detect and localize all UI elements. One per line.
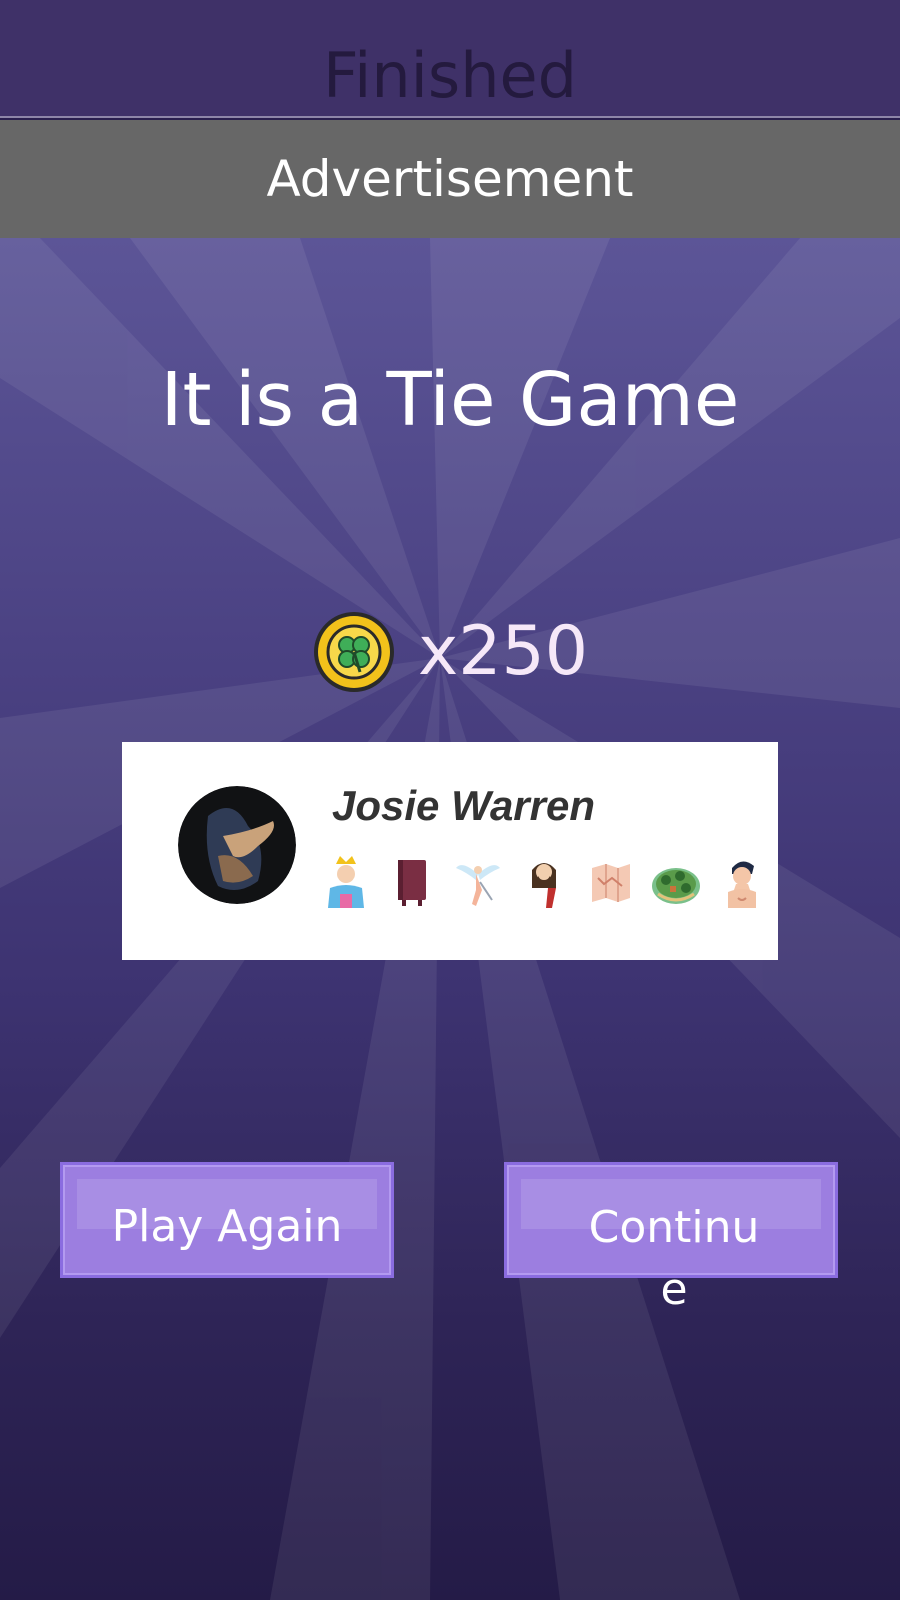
advertisement-label: Advertisement <box>266 150 634 208</box>
clover-coin-icon <box>314 612 394 692</box>
player-avatar <box>178 786 296 904</box>
man-icon <box>728 861 756 908</box>
top-bar: Finished <box>0 0 900 118</box>
play-again-label: Play Again <box>111 1201 343 1252</box>
scroll-map-icon <box>592 864 630 902</box>
reward-display: x250 <box>312 610 588 694</box>
badge-row <box>320 854 768 910</box>
continue-label: Continue <box>588 1202 760 1315</box>
result-headline: It is a Tie Game <box>160 357 740 443</box>
island-map-icon <box>652 868 700 904</box>
reward-amount: x250 <box>418 612 589 691</box>
play-again-button[interactable]: Play Again <box>60 1162 394 1278</box>
screen-title: Finished <box>323 39 577 112</box>
jesus-icon <box>528 863 560 908</box>
advertisement-banner[interactable]: Advertisement <box>0 120 900 238</box>
player-name: Josie Warren <box>332 782 596 829</box>
book-icon <box>398 860 426 906</box>
continue-button[interactable]: Continue <box>504 1162 838 1315</box>
king-icon <box>328 856 364 908</box>
angel-icon <box>456 865 500 906</box>
player-card: Josie Warren <box>122 742 778 960</box>
